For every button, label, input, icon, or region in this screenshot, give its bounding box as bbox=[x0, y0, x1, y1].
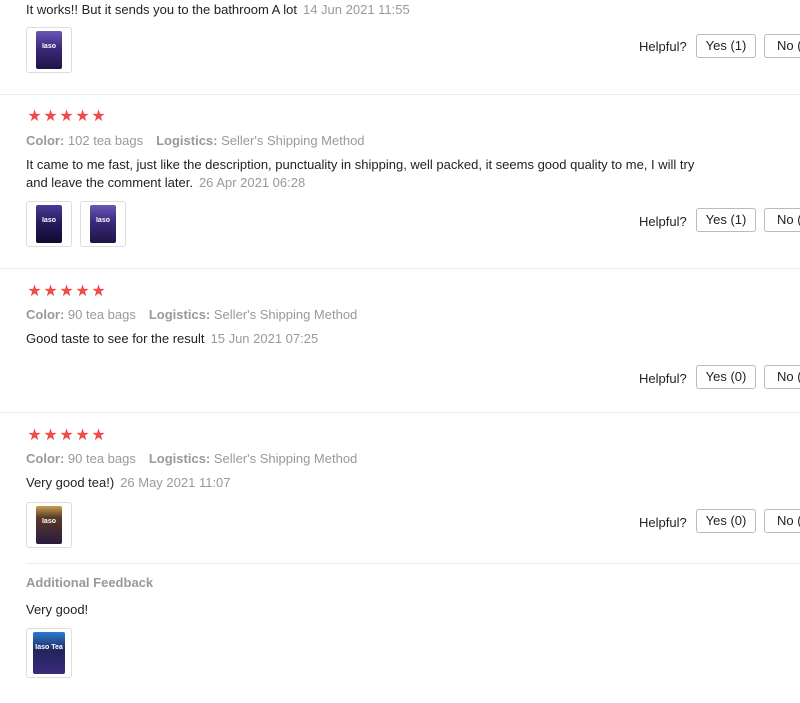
review-text: Good taste to see for the result 15 Jun 2… bbox=[26, 331, 319, 346]
review-meta: Color: 90 tea bags Logistics: Seller's Sh… bbox=[26, 307, 358, 322]
star-rating: ★ ★ ★ ★ ★ bbox=[27, 428, 106, 444]
review-date: 14 Jun 2021 11:55 bbox=[302, 2, 410, 17]
helpful-yes-button[interactable]: Yes (0) bbox=[696, 509, 756, 533]
additional-feedback-text: Very good! bbox=[26, 602, 89, 617]
star-icon: ★ bbox=[91, 427, 106, 444]
star-icon: ★ bbox=[75, 427, 90, 444]
review-text: Very good tea!) 26 May 2021 11:07 bbox=[26, 475, 231, 490]
star-icon: ★ bbox=[27, 108, 42, 125]
helpful-label: Helpful? bbox=[639, 515, 687, 530]
star-icon: ★ bbox=[91, 283, 106, 300]
review-date: 15 Jun 2021 07:25 bbox=[210, 331, 319, 346]
additional-feedback-title: Additional Feedback bbox=[26, 575, 154, 590]
review-photo-thumbnail[interactable]: Iaso bbox=[26, 27, 72, 73]
review-text: It works!! But it sends you to the bathr… bbox=[26, 2, 410, 17]
review-date: 26 May 2021 11:07 bbox=[120, 475, 231, 490]
star-icon: ★ bbox=[27, 283, 42, 300]
star-icon: ★ bbox=[59, 427, 74, 444]
review-photo-thumbnail[interactable]: Iaso bbox=[80, 201, 126, 247]
star-icon: ★ bbox=[59, 108, 74, 125]
review-text: It came to me fast, just like the descri… bbox=[26, 157, 695, 190]
review-meta: Color: 102 tea bags Logistics: Seller's S… bbox=[26, 133, 365, 148]
helpful-label: Helpful? bbox=[639, 214, 687, 229]
review-photo-thumbnail[interactable]: Iaso Tea bbox=[26, 628, 72, 678]
review-divider bbox=[0, 412, 800, 413]
star-icon: ★ bbox=[75, 283, 90, 300]
star-rating: ★ ★ ★ ★ ★ bbox=[27, 109, 106, 125]
helpful-label: Helpful? bbox=[639, 39, 687, 54]
helpful-yes-button[interactable]: Yes (0) bbox=[696, 365, 756, 389]
star-icon: ★ bbox=[91, 108, 106, 125]
review-divider bbox=[0, 94, 800, 95]
star-icon: ★ bbox=[27, 427, 42, 444]
star-icon: ★ bbox=[59, 283, 74, 300]
helpful-no-button[interactable]: No ( bbox=[764, 365, 800, 389]
helpful-yes-button[interactable]: Yes (1) bbox=[696, 34, 756, 58]
star-icon: ★ bbox=[75, 108, 90, 125]
review-meta: Color: 90 tea bags Logistics: Seller's Sh… bbox=[26, 451, 358, 466]
star-icon: ★ bbox=[43, 283, 58, 300]
helpful-no-button[interactable]: No ( bbox=[764, 509, 800, 533]
review-photo-thumbnail[interactable]: Iaso bbox=[26, 502, 72, 548]
review-divider bbox=[0, 268, 800, 269]
helpful-label: Helpful? bbox=[639, 371, 687, 386]
additional-feedback-divider bbox=[26, 563, 800, 564]
review-photo-thumbnail[interactable]: Iaso bbox=[26, 201, 72, 247]
helpful-no-button[interactable]: No ( bbox=[764, 208, 800, 232]
star-icon: ★ bbox=[43, 108, 58, 125]
helpful-no-button[interactable]: No ( bbox=[764, 34, 800, 58]
helpful-yes-button[interactable]: Yes (1) bbox=[696, 208, 756, 232]
star-icon: ★ bbox=[43, 427, 58, 444]
star-rating: ★ ★ ★ ★ ★ bbox=[27, 284, 106, 300]
review-date: 26 Apr 2021 06:28 bbox=[198, 175, 306, 190]
